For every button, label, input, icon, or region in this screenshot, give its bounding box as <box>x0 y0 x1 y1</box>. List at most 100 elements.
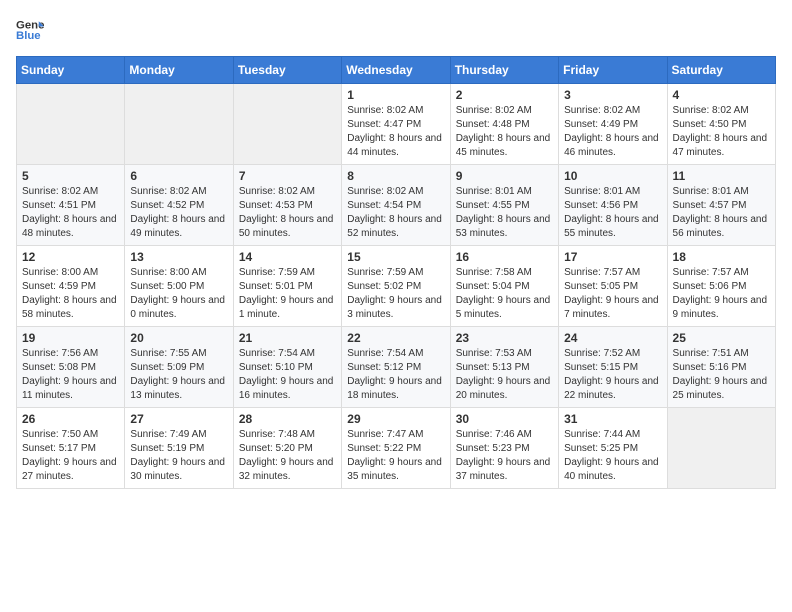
day-number: 8 <box>347 169 444 183</box>
day-cell: 6 Sunrise: 8:02 AMSunset: 4:52 PMDaylight… <box>125 165 233 246</box>
day-number: 15 <box>347 250 444 264</box>
day-number: 19 <box>22 331 119 345</box>
day-number: 14 <box>239 250 336 264</box>
week-row-3: 12 Sunrise: 8:00 AMSunset: 4:59 PMDayligh… <box>17 246 776 327</box>
day-number: 16 <box>456 250 553 264</box>
weekday-header-friday: Friday <box>559 57 667 84</box>
day-number: 18 <box>673 250 770 264</box>
day-number: 21 <box>239 331 336 345</box>
day-cell: 28 Sunrise: 7:48 AMSunset: 5:20 PMDayligh… <box>233 408 341 489</box>
weekday-header-sunday: Sunday <box>17 57 125 84</box>
day-cell: 5 Sunrise: 8:02 AMSunset: 4:51 PMDaylight… <box>17 165 125 246</box>
day-number: 26 <box>22 412 119 426</box>
day-number: 5 <box>22 169 119 183</box>
day-info: Sunrise: 7:56 AMSunset: 5:08 PMDaylight:… <box>22 347 119 403</box>
day-info: Sunrise: 7:53 AMSunset: 5:13 PMDaylight:… <box>456 347 553 403</box>
day-cell: 7Sunrise: 8:02 AMSunset: 4:53 PMDaylight… <box>233 165 341 246</box>
day-number: 20 <box>130 331 227 345</box>
day-number: 12 <box>22 250 119 264</box>
day-info: Sunrise: 8:00 AMSunset: 5:00 PMDaylight:… <box>130 266 227 322</box>
day-cell: 29Sunrise: 7:47 AMSunset: 5:22 PMDayligh… <box>342 408 450 489</box>
day-cell: 8 Sunrise: 8:02 AMSunset: 4:54 PMDaylight… <box>342 165 450 246</box>
day-number: 1 <box>347 88 444 102</box>
day-cell: 21Sunrise: 7:54 AMSunset: 5:10 PMDayligh… <box>233 327 341 408</box>
day-number: 10 <box>564 169 661 183</box>
day-cell <box>125 84 233 165</box>
weekday-header-thursday: Thursday <box>450 57 558 84</box>
day-info: Sunrise: 8:01 AMSunset: 4:57 PMDaylight:… <box>673 185 770 241</box>
day-cell: 24Sunrise: 7:52 AMSunset: 5:15 PMDayligh… <box>559 327 667 408</box>
svg-text:Blue: Blue <box>16 30 41 42</box>
day-number: 17 <box>564 250 661 264</box>
day-cell: 30 Sunrise: 7:46 AMSunset: 5:23 PMDayligh… <box>450 408 558 489</box>
day-cell: 18Sunrise: 7:57 AMSunset: 5:06 PMDayligh… <box>667 246 775 327</box>
day-info: Sunrise: 8:02 AMSunset: 4:54 PMDaylight:… <box>347 185 444 241</box>
day-cell: 12 Sunrise: 8:00 AMSunset: 4:59 PMDayligh… <box>17 246 125 327</box>
day-number: 24 <box>564 331 661 345</box>
week-row-1: 1 Sunrise: 8:02 AMSunset: 4:47 PMDaylight… <box>17 84 776 165</box>
day-cell: 25Sunrise: 7:51 AMSunset: 5:16 PMDayligh… <box>667 327 775 408</box>
day-number: 4 <box>673 88 770 102</box>
day-cell: 22 Sunrise: 7:54 AMSunset: 5:12 PMDayligh… <box>342 327 450 408</box>
day-cell: 10 Sunrise: 8:01 AMSunset: 4:56 PMDayligh… <box>559 165 667 246</box>
day-info: Sunrise: 7:54 AMSunset: 5:12 PMDaylight:… <box>347 347 444 403</box>
day-info: Sunrise: 8:02 AMSunset: 4:52 PMDaylight:… <box>130 185 227 241</box>
day-cell: 11 Sunrise: 8:01 AMSunset: 4:57 PMDayligh… <box>667 165 775 246</box>
day-cell: 3 Sunrise: 8:02 AMSunset: 4:49 PMDaylight… <box>559 84 667 165</box>
header: General Blue <box>16 16 776 44</box>
day-info: Sunrise: 8:02 AMSunset: 4:48 PMDaylight:… <box>456 104 553 160</box>
day-info: Sunrise: 7:59 AMSunset: 5:01 PMDaylight:… <box>239 266 336 322</box>
day-info: Sunrise: 8:02 AMSunset: 4:53 PMDaylight:… <box>239 185 336 241</box>
day-number: 22 <box>347 331 444 345</box>
week-row-4: 19 Sunrise: 7:56 AMSunset: 5:08 PMDayligh… <box>17 327 776 408</box>
day-cell: 31 Sunrise: 7:44 AMSunset: 5:25 PMDayligh… <box>559 408 667 489</box>
day-cell <box>233 84 341 165</box>
weekday-header-monday: Monday <box>125 57 233 84</box>
day-info: Sunrise: 8:02 AMSunset: 4:51 PMDaylight:… <box>22 185 119 241</box>
day-cell <box>17 84 125 165</box>
day-info: Sunrise: 7:51 AMSunset: 5:16 PMDaylight:… <box>673 347 770 403</box>
day-cell: 20 Sunrise: 7:55 AMSunset: 5:09 PMDayligh… <box>125 327 233 408</box>
day-info: Sunrise: 8:02 AMSunset: 4:50 PMDaylight:… <box>673 104 770 160</box>
day-cell: 4 Sunrise: 8:02 AMSunset: 4:50 PMDaylight… <box>667 84 775 165</box>
day-number: 9 <box>456 169 553 183</box>
day-number: 23 <box>456 331 553 345</box>
day-info: Sunrise: 7:57 AMSunset: 5:05 PMDaylight:… <box>564 266 661 322</box>
day-info: Sunrise: 8:01 AMSunset: 4:56 PMDaylight:… <box>564 185 661 241</box>
day-info: Sunrise: 7:46 AMSunset: 5:23 PMDaylight:… <box>456 428 553 484</box>
day-cell <box>667 408 775 489</box>
day-number: 31 <box>564 412 661 426</box>
day-number: 6 <box>130 169 227 183</box>
day-info: Sunrise: 7:49 AMSunset: 5:19 PMDaylight:… <box>130 428 227 484</box>
day-number: 13 <box>130 250 227 264</box>
day-info: Sunrise: 8:02 AMSunset: 4:47 PMDaylight:… <box>347 104 444 160</box>
weekday-header-saturday: Saturday <box>667 57 775 84</box>
calendar: SundayMondayTuesdayWednesdayThursdayFrid… <box>16 56 776 489</box>
day-info: Sunrise: 8:02 AMSunset: 4:49 PMDaylight:… <box>564 104 661 160</box>
week-row-2: 5 Sunrise: 8:02 AMSunset: 4:51 PMDaylight… <box>17 165 776 246</box>
day-cell: 23 Sunrise: 7:53 AMSunset: 5:13 PMDayligh… <box>450 327 558 408</box>
day-cell: 2 Sunrise: 8:02 AMSunset: 4:48 PMDaylight… <box>450 84 558 165</box>
day-number: 11 <box>673 169 770 183</box>
day-cell: 27 Sunrise: 7:49 AMSunset: 5:19 PMDayligh… <box>125 408 233 489</box>
logo: General Blue <box>16 16 44 44</box>
weekday-header-row: SundayMondayTuesdayWednesdayThursdayFrid… <box>17 57 776 84</box>
day-info: Sunrise: 7:48 AMSunset: 5:20 PMDaylight:… <box>239 428 336 484</box>
day-info: Sunrise: 7:59 AMSunset: 5:02 PMDaylight:… <box>347 266 444 322</box>
logo-icon: General Blue <box>16 16 44 44</box>
day-cell: 13 Sunrise: 8:00 AMSunset: 5:00 PMDayligh… <box>125 246 233 327</box>
day-cell: 15 Sunrise: 7:59 AMSunset: 5:02 PMDayligh… <box>342 246 450 327</box>
day-info: Sunrise: 8:00 AMSunset: 4:59 PMDaylight:… <box>22 266 119 322</box>
day-info: Sunrise: 8:01 AMSunset: 4:55 PMDaylight:… <box>456 185 553 241</box>
weekday-header-tuesday: Tuesday <box>233 57 341 84</box>
day-number: 2 <box>456 88 553 102</box>
day-number: 27 <box>130 412 227 426</box>
day-info: Sunrise: 7:55 AMSunset: 5:09 PMDaylight:… <box>130 347 227 403</box>
day-number: 28 <box>239 412 336 426</box>
day-info: Sunrise: 7:47 AMSunset: 5:22 PMDaylight:… <box>347 428 444 484</box>
day-cell: 19 Sunrise: 7:56 AMSunset: 5:08 PMDayligh… <box>17 327 125 408</box>
day-info: Sunrise: 7:44 AMSunset: 5:25 PMDaylight:… <box>564 428 661 484</box>
day-cell: 26Sunrise: 7:50 AMSunset: 5:17 PMDayligh… <box>17 408 125 489</box>
day-number: 30 <box>456 412 553 426</box>
day-number: 3 <box>564 88 661 102</box>
